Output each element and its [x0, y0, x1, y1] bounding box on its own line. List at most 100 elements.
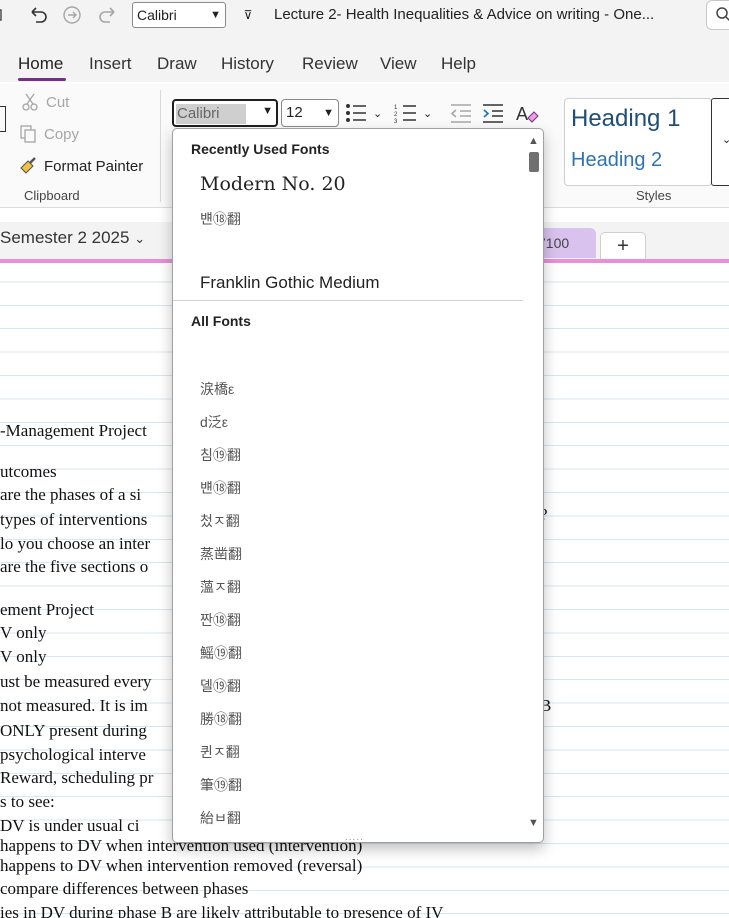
note-line: ONLY present during — [0, 721, 147, 740]
chevron-down-icon: ⌄ — [722, 134, 729, 146]
chevron-down-icon: ⌄ — [373, 107, 383, 120]
qat-partial-icon[interactable] — [0, 2, 16, 28]
note-line: are the phases of a si — [0, 485, 142, 504]
font-option[interactable]: d泛ε — [200, 412, 228, 432]
styles-more-button[interactable]: ⌄ — [711, 98, 729, 186]
font-name-value: Calibri — [176, 104, 246, 124]
note-line: Reward, scheduling pr — [0, 768, 154, 787]
font-size-select[interactable]: 12 ▼ — [281, 99, 339, 127]
font-option[interactable]: 薀ㅈ翻 — [200, 577, 241, 597]
chevron-down-icon: ▼ — [323, 107, 334, 119]
tab-home[interactable]: Home — [18, 48, 63, 82]
scroll-up-icon[interactable]: ▲ — [528, 135, 539, 147]
indent-icon — [483, 104, 503, 123]
font-option[interactable]: Franklin Gothic Medium — [200, 273, 380, 293]
svg-text:3: 3 — [394, 119, 398, 124]
chevron-down-icon: ▼ — [262, 105, 273, 117]
copy-button[interactable]: Copy — [18, 124, 79, 144]
qat-font-select[interactable]: Calibri ▼ — [132, 2, 226, 28]
scroll-down-icon[interactable]: ▼ — [528, 817, 539, 829]
increase-indent-button[interactable] — [480, 100, 506, 126]
tab-insert[interactable]: Insert — [89, 48, 132, 82]
font-option[interactable]: 뱬⑱翻 — [200, 478, 241, 498]
redo-circle-icon — [58, 2, 86, 28]
font-option[interactable]: 蒸凿翻 — [200, 544, 242, 564]
font-option[interactable]: 퀸ㅈ翻 — [200, 742, 240, 762]
tab-history[interactable]: History — [221, 48, 274, 82]
document-title: Lecture 2- Health Inequalities & Advice … — [274, 6, 655, 23]
undo-icon[interactable] — [24, 2, 52, 28]
chevron-down-icon: ▼ — [210, 9, 221, 21]
font-dropdown: Recently Used Fonts Modern No. 20 뱬⑱翻 Fr… — [172, 128, 544, 843]
font-option[interactable]: 紿ㅂ翻 — [200, 808, 241, 828]
customize-qat-icon[interactable]: ⊽ — [238, 4, 258, 26]
format-painter-label: Format Painter — [44, 157, 144, 175]
add-section-button[interactable]: + — [600, 232, 646, 260]
scissors-icon — [22, 93, 38, 111]
note-line: are the five sections o — [0, 557, 149, 576]
all-fonts-header: All Fonts — [191, 313, 251, 329]
svg-text:2: 2 — [394, 112, 398, 118]
decrease-indent-button — [448, 100, 474, 126]
style-heading-1[interactable]: Heading 1 — [571, 105, 680, 133]
styles-gallery: Heading 1 Heading 2 — [564, 98, 712, 186]
scrollbar-thumb[interactable] — [529, 152, 539, 172]
cut-label: Cut — [46, 93, 70, 111]
font-option[interactable]: 침⑲翻 — [200, 445, 241, 465]
tab-help[interactable]: Help — [441, 48, 476, 82]
note-line: lo you choose an inter — [0, 534, 151, 553]
font-option[interactable]: Modern No. 20 — [200, 173, 346, 195]
font-option[interactable]: 筆⑲翻 — [200, 775, 242, 795]
tab-view[interactable]: View — [380, 48, 417, 82]
qat-font-value: Calibri — [137, 7, 177, 23]
paste-partial-icon[interactable] — [0, 106, 6, 132]
svg-text:1: 1 — [394, 105, 398, 111]
tab-review[interactable]: Review — [302, 48, 358, 82]
font-option[interactable]: 뱬⑱翻 — [200, 209, 241, 229]
font-option[interactable]: 뎰⑲翻 — [200, 676, 241, 696]
chevron-down-icon: ⌄ — [134, 231, 146, 246]
style-heading-2[interactable]: Heading 2 — [571, 149, 662, 172]
note-line: psychological interve — [0, 745, 146, 764]
note-line: V only — [0, 647, 47, 666]
note-line: DV is under usual ci — [0, 816, 140, 835]
recent-fonts-header: Recently Used Fonts — [191, 141, 330, 157]
notebook-label: Semester 2 2025 — [0, 228, 130, 247]
paintbrush-icon — [20, 157, 36, 174]
copy-label: Copy — [44, 125, 80, 143]
note-line: -Management Project — [0, 421, 147, 440]
numbered-list-icon: 123 — [394, 105, 416, 124]
numbering-button[interactable]: 123 ⌄ — [394, 100, 432, 126]
cut-button[interactable]: Cut — [20, 92, 69, 112]
note-line: ust be measured every — [0, 672, 152, 691]
font-name-select[interactable]: Calibri ▼ — [172, 99, 278, 127]
active-tab-indicator — [18, 78, 66, 81]
format-painter-button[interactable]: Format Painter — [18, 156, 143, 176]
note-line: V only — [0, 623, 47, 642]
tab-draw[interactable]: Draw — [157, 48, 197, 82]
search-button[interactable] — [706, 0, 729, 30]
clear-formatting-button[interactable]: A — [514, 100, 540, 126]
note-line: happens to DV when intervention removed … — [0, 856, 363, 875]
font-option[interactable]: 涙橋ε — [200, 379, 234, 399]
font-option[interactable]: 첬ㅈ翻 — [200, 511, 240, 531]
notebook-selector[interactable]: Semester 2 2025 ⌄ — [0, 228, 145, 248]
note-line: ement Project — [0, 600, 94, 619]
dropdown-scrollbar[interactable]: ▲ ▼ — [524, 129, 543, 842]
font-option[interactable]: 짠⑱翻 — [200, 610, 241, 630]
styles-group-label: Styles — [636, 188, 672, 203]
font-option[interactable]: 勝⑱翻 — [200, 709, 242, 729]
bullet-list-icon — [346, 104, 366, 122]
note-line: s to see: — [0, 792, 55, 811]
clipboard-group-label: Clipboard — [24, 188, 80, 203]
font-option[interactable]: 鰩⑲翻 — [200, 643, 242, 663]
ribbon-tabs: Home Insert Draw History Review View Hel… — [0, 48, 729, 82]
note-line: utcomes — [0, 462, 57, 481]
note-line: types of interventions — [0, 510, 148, 529]
clear-format-icon: A — [516, 104, 539, 124]
bullets-button[interactable]: ⌄ — [344, 100, 382, 126]
redo-icon — [94, 2, 122, 28]
resize-grip-icon[interactable]: ..... — [345, 832, 364, 842]
note-line: ies in DV during phase B are likely attr… — [0, 903, 444, 918]
svg-text:A: A — [516, 104, 528, 124]
